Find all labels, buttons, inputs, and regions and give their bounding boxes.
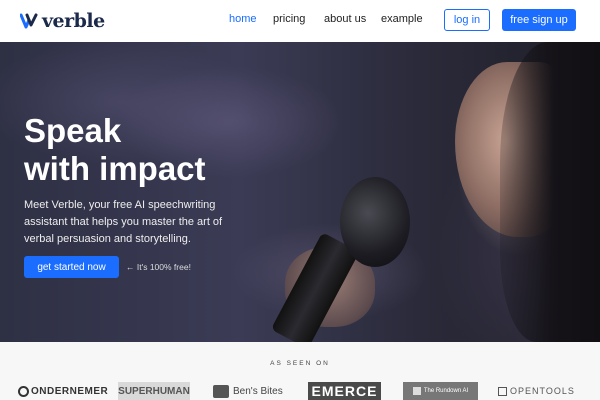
hero-image-speaker-hair (500, 42, 600, 342)
top-navigation: verble home pricing about us example log… (0, 0, 600, 42)
nav-link-home[interactable]: home (229, 13, 257, 25)
free-signup-button[interactable]: free sign up (502, 9, 576, 31)
hero-headline: Speak with impact (24, 112, 206, 187)
brand-name-superhuman: SUPERHUMAN (118, 385, 190, 397)
get-started-button[interactable]: get started now (24, 256, 119, 278)
brand-name-ondernemer: ONDERNEMER (31, 385, 109, 397)
brand-name-rundown-ai: The Rundown AI (423, 388, 469, 394)
brand-name-opentools: OPENTOOLS (510, 386, 575, 396)
opentools-icon (498, 386, 507, 396)
bens-bites-icon (213, 384, 229, 398)
brand-logo-bens-bites: Ben's Bites (213, 382, 283, 400)
hero-image-microphone (340, 177, 410, 267)
brand-logo-emerce: EMERCE (308, 382, 381, 400)
brand-name-bens-bites: Ben's Bites (233, 385, 283, 397)
brand-name: verble (42, 10, 105, 32)
nav-link-pricing[interactable]: pricing (273, 13, 305, 25)
brand-logo-rundown-ai: The Rundown AI (403, 382, 478, 400)
ondernemer-ring-icon (18, 385, 29, 397)
hero-subtext: Meet Verble, your free AI speechwriting … (24, 199, 223, 245)
brand-logo-ondernemer: ONDERNEMER (18, 382, 108, 400)
nav-link-example[interactable]: example (381, 13, 423, 25)
as-seen-on-section: AS SEEN ON ONDERNEMER SUPERHUMAN Ben's B… (0, 342, 600, 400)
login-button[interactable]: log in (444, 9, 490, 31)
brand-logo-opentools: OPENTOOLS (498, 382, 575, 400)
brand-name-emerce: EMERCE (311, 383, 378, 399)
cta-note: ← It's 100% free! (126, 262, 191, 272)
brand-logo-superhuman: SUPERHUMAN (118, 382, 190, 400)
verble-logo[interactable]: verble (20, 10, 105, 32)
verble-logo-icon (20, 13, 38, 29)
nav-link-about-us[interactable]: about us (324, 13, 366, 25)
rundown-ai-icon (412, 387, 421, 395)
as-seen-on-label: AS SEEN ON (270, 360, 330, 367)
hero-section: Speak with impact Meet Verble, your free… (0, 42, 600, 342)
